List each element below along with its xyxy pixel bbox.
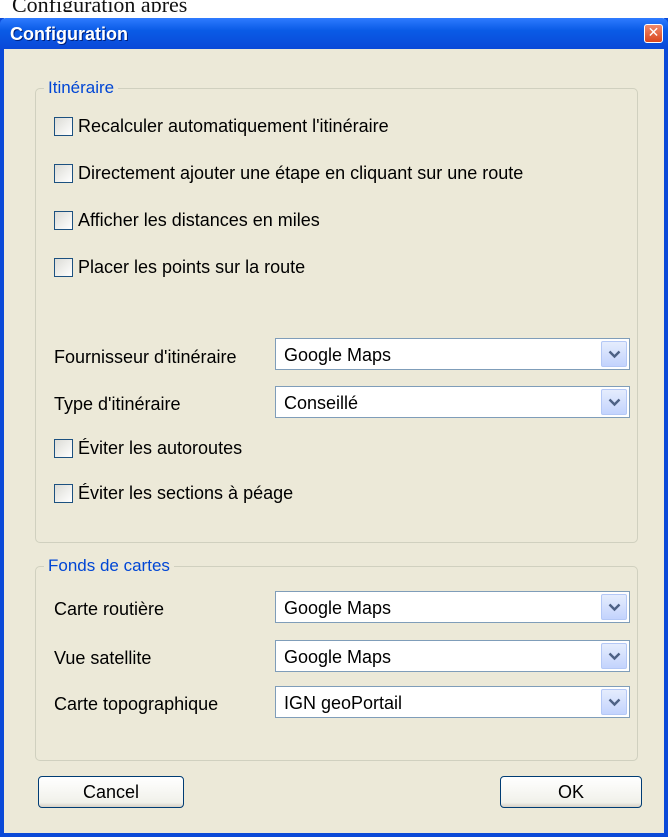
road-map-value: Google Maps: [284, 598, 392, 618]
provider-value: Google Maps: [284, 345, 392, 365]
itinerary-group-title: Itinéraire: [44, 78, 119, 98]
checkbox-snap-points[interactable]: Placer les points sur la route: [54, 255, 305, 279]
title-bar[interactable]: Configuration ✕: [0, 18, 668, 49]
provider-select[interactable]: Google Maps: [275, 338, 630, 370]
satellite-value: Google Maps: [284, 647, 392, 667]
checkbox-miles[interactable]: Afficher les distances en miles: [54, 208, 320, 232]
checkbox-label: Éviter les sections à péage: [78, 482, 294, 503]
chevron-down-icon[interactable]: [601, 341, 627, 367]
checkbox-box[interactable]: [54, 163, 73, 183]
checkbox-avoid-highways[interactable]: Éviter les autoroutes: [54, 436, 242, 460]
type-value: Conseillé: [284, 393, 359, 413]
chevron-down-icon[interactable]: [601, 594, 627, 620]
close-icon[interactable]: ✕: [644, 24, 663, 43]
checkbox-label: Directement ajouter une étape en cliquan…: [78, 162, 524, 183]
checkbox-box[interactable]: [54, 257, 73, 277]
background-text: Configuration après: [0, 0, 668, 12]
checkbox-recalculate[interactable]: Recalculer automatiquement l'itinéraire: [54, 114, 389, 138]
type-label: Type d'itinéraire: [54, 394, 181, 414]
ok-button[interactable]: OK: [500, 776, 642, 808]
checkbox-label: Éviter les autoroutes: [78, 437, 243, 458]
chevron-down-icon[interactable]: [601, 689, 627, 715]
topo-select[interactable]: IGN geoPortail: [275, 686, 630, 718]
chevron-down-icon[interactable]: [601, 389, 627, 415]
checkbox-label: Placer les points sur la route: [78, 256, 306, 277]
topo-label: Carte topographique: [54, 694, 219, 714]
provider-label: Fournisseur d'itinéraire: [54, 347, 237, 367]
checkbox-label: Recalculer automatiquement l'itinéraire: [78, 115, 389, 136]
maps-group-title: Fonds de cartes: [44, 556, 174, 576]
topo-value: IGN geoPortail: [284, 693, 403, 713]
checkbox-avoid-tolls[interactable]: Éviter les sections à péage: [54, 481, 293, 505]
checkbox-label: Afficher les distances en miles: [78, 209, 320, 230]
checkbox-box[interactable]: [54, 483, 73, 503]
checkbox-add-step[interactable]: Directement ajouter une étape en cliquan…: [54, 161, 523, 185]
type-select[interactable]: Conseillé: [275, 386, 630, 418]
itinerary-group: Itinéraire: [35, 78, 638, 543]
road-map-label: Carte routière: [54, 599, 165, 619]
satellite-label: Vue satellite: [54, 648, 152, 668]
cancel-button[interactable]: Cancel: [38, 776, 184, 808]
configuration-dialog: Configuration ✕ Itinéraire Recalculer au…: [0, 18, 668, 837]
road-map-select[interactable]: Google Maps: [275, 591, 630, 623]
satellite-select[interactable]: Google Maps: [275, 640, 630, 672]
chevron-down-icon[interactable]: [601, 643, 627, 669]
checkbox-box[interactable]: [54, 116, 73, 136]
checkbox-box[interactable]: [54, 438, 73, 458]
checkbox-box[interactable]: [54, 210, 73, 230]
dialog-title: Configuration: [10, 24, 128, 44]
